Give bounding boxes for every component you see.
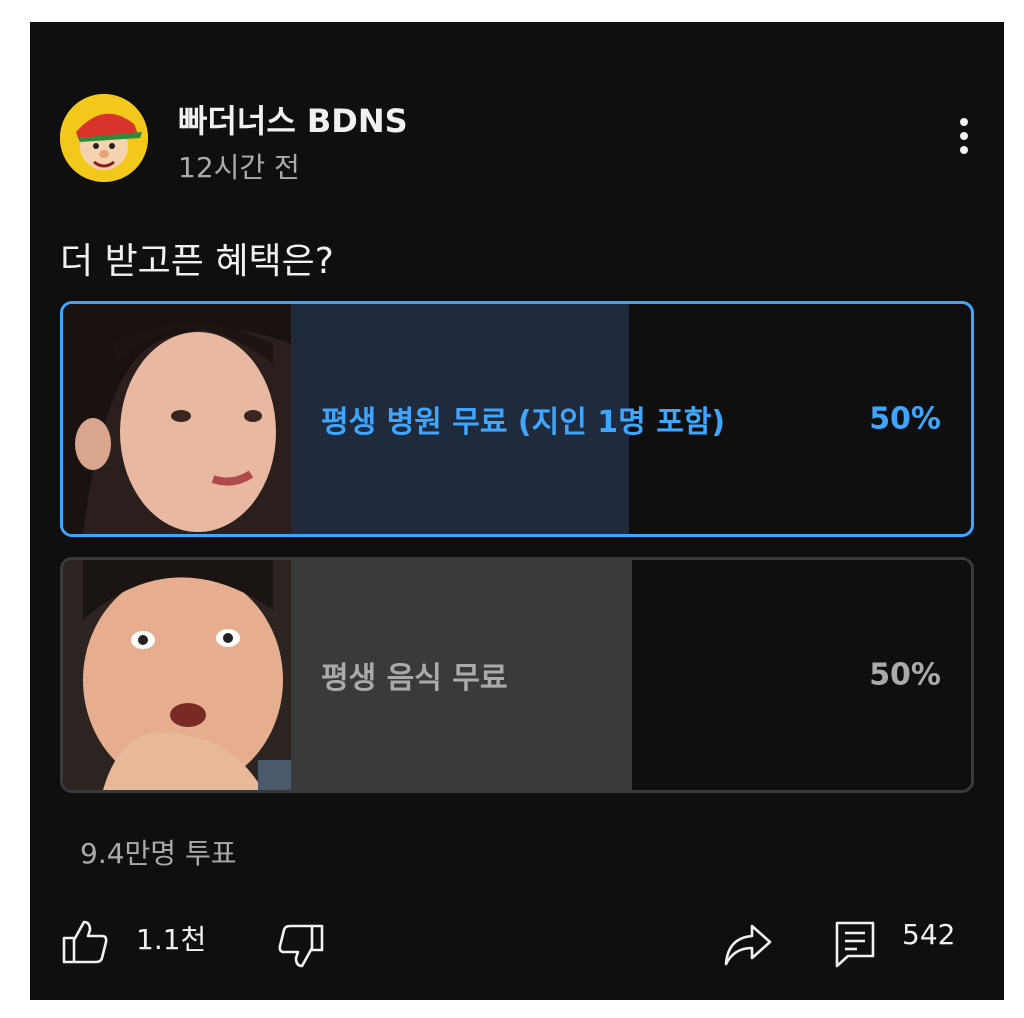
comment-icon[interactable]	[834, 920, 876, 970]
channel-avatar[interactable]	[60, 94, 148, 182]
post-time: 12시간 전	[178, 151, 300, 184]
thumbs-down-icon[interactable]	[276, 922, 326, 970]
thumbs-up-icon[interactable]	[60, 918, 110, 966]
poll-question: 더 받고픈 혜택은?	[60, 241, 334, 282]
share-icon[interactable]	[722, 922, 774, 968]
poll-option-1[interactable]: 평생 병원 무료 (지인 1명 포함) 50%	[60, 301, 974, 537]
comment-count: 542	[902, 918, 956, 951]
option-2-image	[63, 560, 291, 790]
vote-count: 9.4만명 투표	[80, 837, 237, 870]
poll-post-card: 빠더너스 BDNS 12시간 전 더 받고픈 혜택은? 평생 병원 무료 (지인…	[30, 22, 1004, 1000]
option-1-percent: 50%	[869, 401, 941, 437]
option-2-label: 평생 음식 무료	[321, 661, 508, 696]
option-1-image	[63, 304, 291, 534]
poll-option-2[interactable]: 평생 음식 무료 50%	[60, 557, 974, 793]
more-vert-icon[interactable]	[948, 118, 980, 162]
like-count: 1.1천	[136, 923, 207, 956]
option-2-percent: 50%	[869, 657, 941, 693]
cartoon-face-icon	[60, 94, 148, 182]
option-1-label: 평생 병원 무료 (지인 1명 포함)	[321, 405, 726, 440]
channel-name[interactable]: 빠더너스 BDNS	[178, 96, 408, 142]
